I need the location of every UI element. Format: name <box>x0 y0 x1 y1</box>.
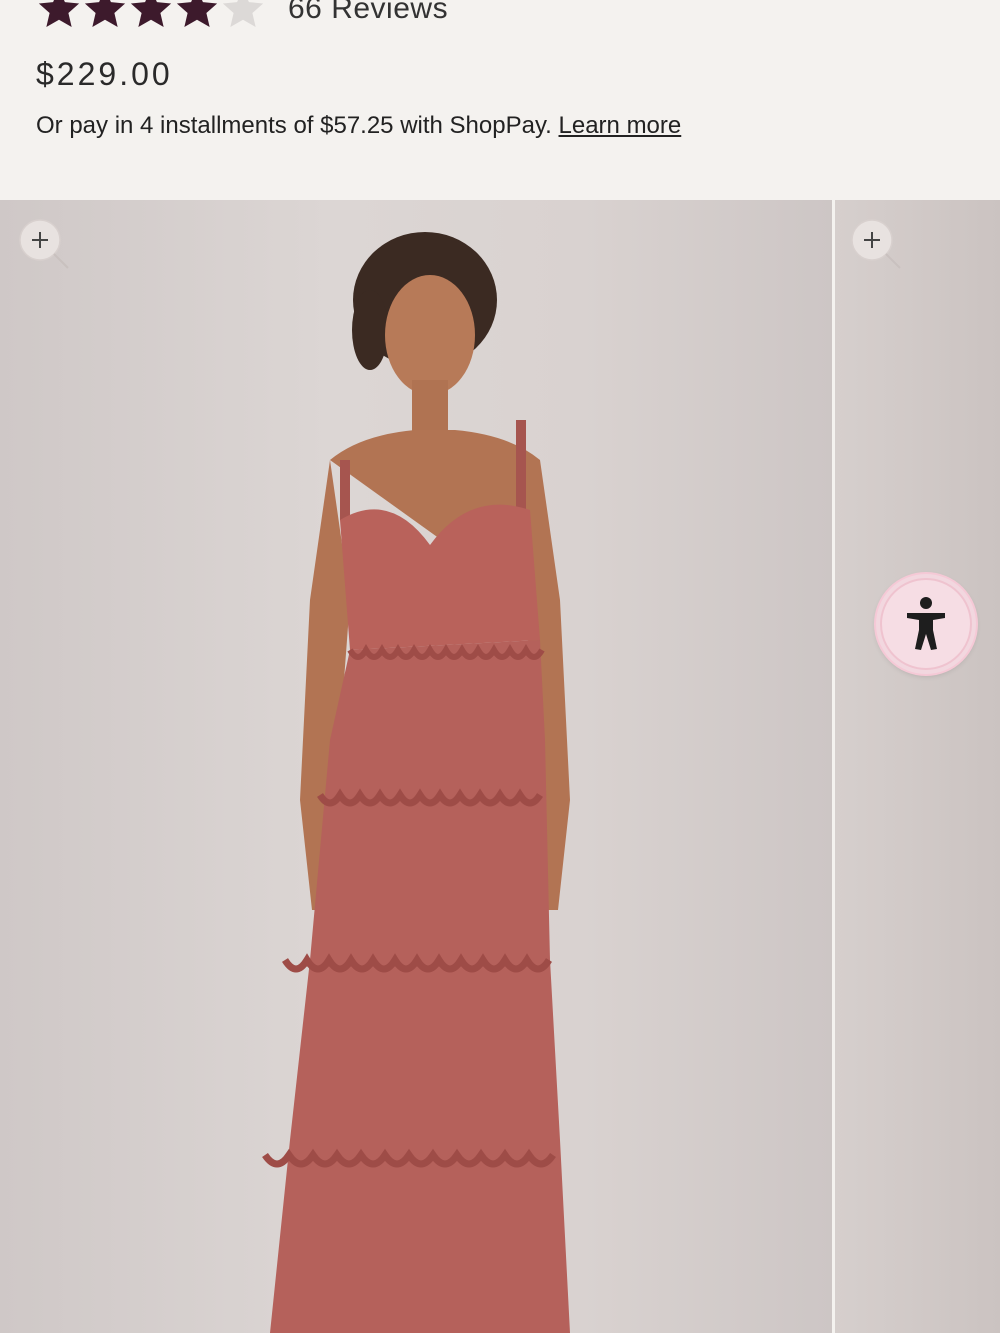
zoom-in-icon[interactable] <box>18 218 70 270</box>
accessibility-button-inner <box>880 578 972 670</box>
product-gallery[interactable] <box>0 200 1000 1333</box>
accessibility-button[interactable] <box>876 574 976 674</box>
product-image-next[interactable] <box>835 200 1000 1333</box>
star-filled-icon <box>38 0 80 28</box>
zoom-in-icon[interactable] <box>850 218 902 270</box>
accessibility-icon <box>907 597 945 650</box>
star-filled-icon <box>176 0 218 28</box>
installments-info: Or pay in 4 installments of $57.25 with … <box>36 112 681 140</box>
star-filled-icon <box>84 0 126 28</box>
product-photo <box>262 232 570 1333</box>
rating-row: 66 Reviews <box>36 0 448 34</box>
installments-text: Or pay in 4 installments of $57.25 with … <box>36 112 552 139</box>
reviews-link[interactable]: 66 Reviews <box>288 0 448 26</box>
star-filled-icon <box>130 0 172 28</box>
learn-more-link[interactable]: Learn more <box>559 112 682 139</box>
star-empty-icon <box>222 0 264 28</box>
product-price: $229.00 <box>36 56 173 92</box>
product-image-main[interactable] <box>0 200 832 1333</box>
star-rating[interactable] <box>36 0 266 32</box>
